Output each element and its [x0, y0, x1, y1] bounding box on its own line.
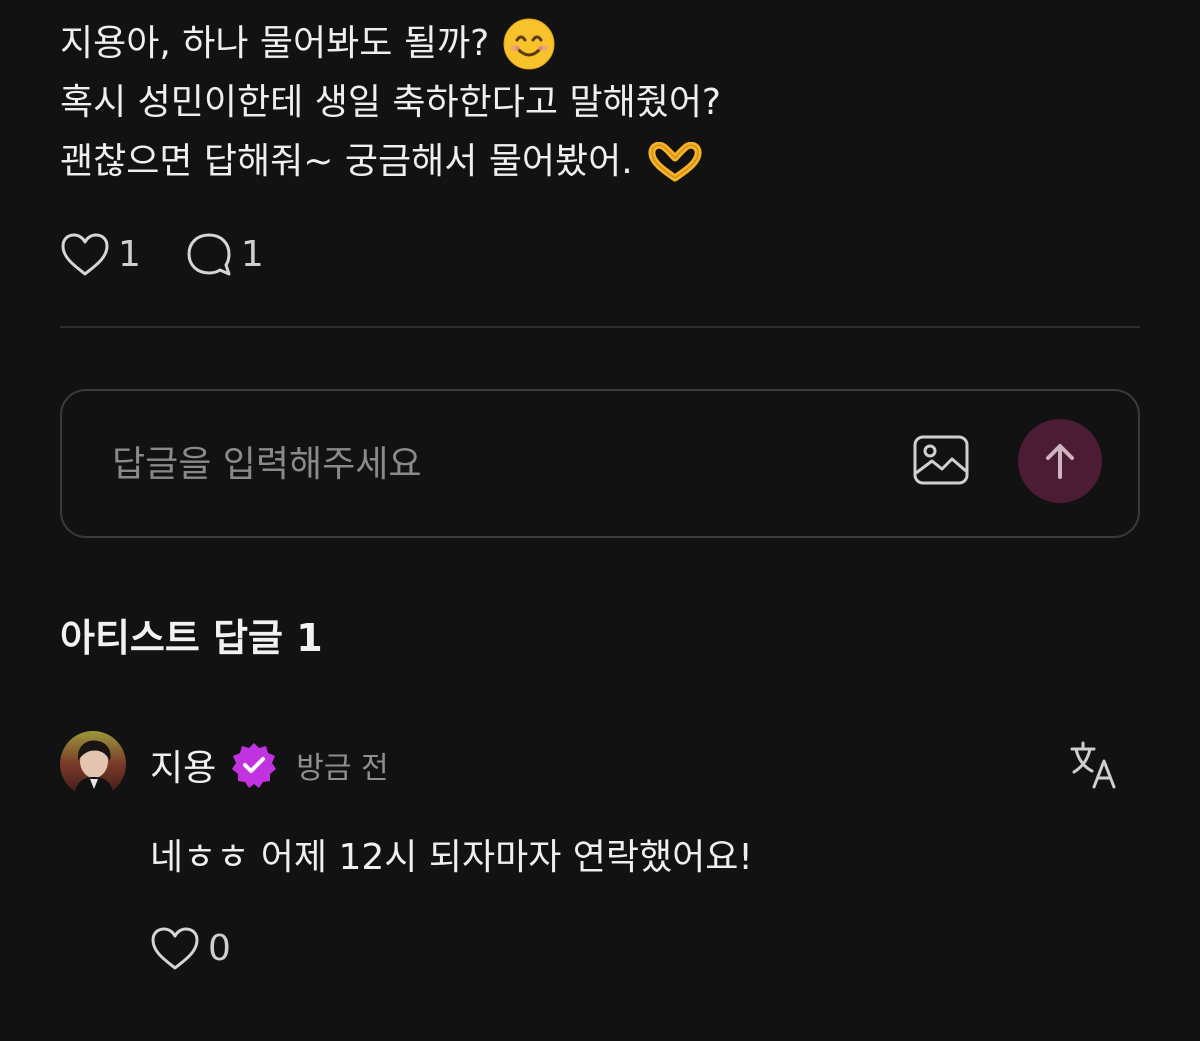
verified-badge-icon: [230, 741, 278, 789]
post-comment-button[interactable]: 1: [185, 230, 264, 280]
post-text-line-2: 혹시 성민이한테 생일 축하한다고 말해줬어?: [60, 82, 722, 123]
reply-input[interactable]: [110, 435, 874, 493]
comment-icon: [187, 233, 231, 276]
post-text-line-3: 괜찮으면 답해줘~ 궁금해서 물어봤어.: [60, 141, 633, 182]
send-button[interactable]: [1018, 419, 1102, 503]
comment-time: 방금 전: [296, 751, 389, 786]
avatar-image: [60, 731, 126, 797]
comment-text: 네ㅎㅎ 어제 12시 되자마자 연락했어요!: [150, 837, 753, 878]
post-comment-count: 1: [240, 234, 264, 275]
comment-like-button[interactable]: 0: [150, 924, 231, 974]
translate-button[interactable]: [1068, 739, 1120, 791]
heart-icon: [151, 927, 199, 970]
heart-hands-emoji: [648, 141, 702, 181]
post-like-button[interactable]: 1: [60, 230, 141, 280]
comment-like-count: 0: [208, 928, 231, 969]
comment-header: 지용 방금 전: [150, 737, 389, 793]
post-line-1: 지용아, 하나 물어봐도 될까?: [60, 14, 1140, 73]
avatar[interactable]: [60, 731, 126, 797]
post-line-2: 혹시 성민이한테 생일 축하한다고 말해줬어?: [60, 73, 1140, 132]
comment-actions: 0: [150, 924, 275, 974]
post-line-3: 괜찮으면 답해줘~ 궁금해서 물어봤어.: [60, 132, 1140, 191]
smiling-face-emoji: [503, 18, 555, 69]
post-text-line-1: 지용아, 하나 물어봐도 될까?: [60, 23, 490, 64]
arrow-up-icon: [1046, 444, 1074, 479]
divider: [60, 326, 1140, 328]
reply-box: [60, 389, 1140, 538]
attach-image-button[interactable]: [912, 433, 970, 489]
artist-replies-title: 아티스트 답글 1: [60, 616, 323, 660]
heart-icon: [61, 233, 109, 276]
translate-icon: [1070, 741, 1116, 789]
post-actions: 1 1: [60, 230, 308, 280]
post-like-count: 1: [118, 234, 141, 275]
author-name[interactable]: 지용: [150, 739, 216, 791]
image-icon: [913, 435, 969, 485]
post: 지용아, 하나 물어봐도 될까? 혹시 성민이한테 생일 축하한다고 말해줬어?…: [60, 14, 1140, 191]
